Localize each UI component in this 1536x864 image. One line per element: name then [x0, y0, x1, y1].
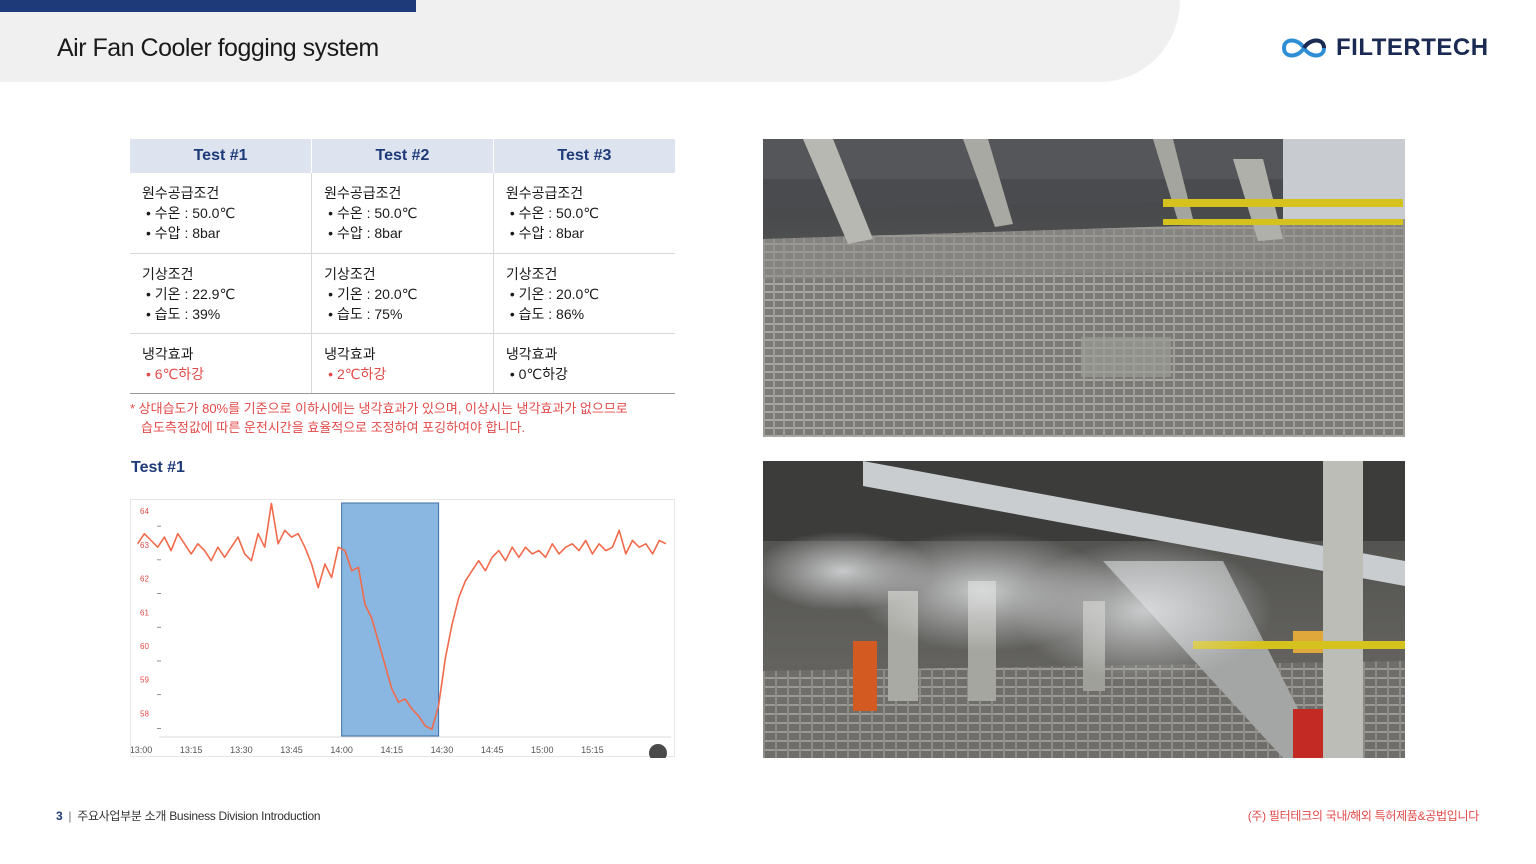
- cell-line: • 수압 : 8bar: [328, 225, 403, 241]
- table-cell: 기상조건 • 기온 : 22.9℃ • 습도 : 39%: [130, 253, 313, 334]
- table-row-cooling-effect: 냉각효과 • 6℃하강 냉각효과 • 2℃하강 냉각효과 • 0℃하강: [130, 333, 675, 394]
- cooling-result-test-3: • 0℃하강: [509, 365, 568, 382]
- x-tick-label: 15:15: [581, 745, 604, 755]
- table-header-test-3: Test #3: [493, 139, 675, 173]
- table-cell: 기상조건 • 기온 : 20.0℃ • 습도 : 75%: [311, 253, 494, 334]
- x-tick-label: 14:15: [381, 745, 404, 755]
- cell-heading: 원수공급조건: [505, 185, 584, 201]
- table-cell: 냉각효과 • 0℃하강: [493, 333, 675, 394]
- humidity-note: * 상대습도가 80%를 기준으로 이하시에는 냉각효과가 있으며, 이상시는 …: [130, 399, 628, 437]
- chart-corner-control-icon: [649, 744, 667, 758]
- chart-section-title: Test #1: [131, 459, 185, 476]
- cooling-result-test-2: • 2℃하강: [328, 365, 387, 382]
- y-tick-label: 62: [140, 575, 149, 584]
- table-row-weather: 기상조건 • 기온 : 22.9℃ • 습도 : 39% 기상조건 • 기온 :…: [130, 253, 675, 334]
- cell-line: • 수압 : 8bar: [146, 225, 221, 241]
- table-cell: 원수공급조건 • 수온 : 50.0℃ • 수압 : 8bar: [130, 173, 313, 254]
- test-conditions-table: Test #1 Test #2 Test #3 원수공급조건 • 수온 : 50…: [130, 139, 675, 394]
- x-tick-label: 13:00: [131, 745, 152, 755]
- highlight-band: [341, 502, 440, 737]
- y-tick-label: 58: [140, 709, 149, 718]
- cell-heading: 기상조건: [324, 265, 376, 282]
- grating-floor-image: [763, 139, 1405, 437]
- cell-line: • 수온 : 50.0℃: [146, 205, 236, 221]
- x-tick-label: 13:30: [230, 745, 253, 755]
- fogging-structure-image: [763, 461, 1405, 758]
- cell-heading: 냉각효과: [505, 345, 558, 362]
- y-tick-label: 60: [140, 642, 149, 651]
- cell-heading: 냉각효과: [324, 345, 376, 362]
- x-tick-label: 13:15: [180, 745, 203, 755]
- x-tick-label: 14:45: [481, 745, 504, 755]
- footer-section: 주요사업부분 소개 Business Division Introduction: [77, 809, 321, 823]
- cooling-result-test-1: • 6℃하강: [146, 365, 205, 382]
- table-cell: 냉각효과 • 2℃하강: [311, 333, 494, 394]
- photo-fogging-structure: [763, 461, 1405, 758]
- y-tick-label: 63: [140, 541, 149, 550]
- table-header-test-2: Test #2: [311, 139, 494, 173]
- table-row-water-supply: 원수공급조건 • 수온 : 50.0℃ • 수압 : 8bar 원수공급조건 •…: [130, 173, 675, 254]
- infinity-logo-icon: [1281, 38, 1327, 58]
- cell-line: • 습도 : 86%: [509, 305, 585, 322]
- temperature-chart: 64 63 62 61 60 59 58 13:00 13:15 13:30 13:45 14:00 1…: [130, 499, 675, 758]
- note-line-1: * 상대습도가 80%를 기준으로 이하시에는 냉각효과가 있으며, 이상시는 …: [130, 401, 628, 416]
- cell-line: • 수온 : 50.0℃: [509, 205, 600, 221]
- cell-line: • 기온 : 22.9℃: [146, 285, 236, 302]
- cell-heading: 기상조건: [505, 265, 558, 282]
- footer-left: 3 | 주요사업부분 소개 Business Division Introducti…: [56, 807, 321, 824]
- table-header-row: Test #1 Test #2 Test #3: [130, 139, 675, 173]
- x-tick-label: 14:30: [431, 745, 454, 755]
- footer-patent-note: (주) 필터테크의 국내/해외 특허제품&공법입니다: [1247, 809, 1480, 823]
- cell-line: • 습도 : 39%: [146, 305, 221, 322]
- cell-line: • 수압 : 8bar: [509, 225, 585, 241]
- cell-heading: 원수공급조건: [324, 185, 402, 201]
- table-cell: 원수공급조건 • 수온 : 50.0℃ • 수압 : 8bar: [311, 173, 494, 254]
- x-tick-label: 15:00: [531, 745, 554, 755]
- cell-heading: 기상조건: [142, 265, 194, 282]
- page-title: Air Fan Cooler fogging system: [57, 34, 379, 62]
- table-cell: 원수공급조건 • 수온 : 50.0℃ • 수압 : 8bar: [493, 173, 675, 254]
- table-header-test-1: Test #1: [130, 139, 313, 173]
- footer-separator: |: [68, 809, 72, 823]
- cell-line: • 기온 : 20.0℃: [328, 285, 418, 302]
- x-tick-label: 14:00: [330, 745, 353, 755]
- note-line-2: 습도측정값에 따른 운전시간을 효율적으로 조정하여 포깅하여야 합니다.: [141, 420, 526, 435]
- cell-heading: 냉각효과: [142, 345, 194, 362]
- header-accent-bar: [0, 0, 416, 12]
- chart-svg: 64 63 62 61 60 59 58 13:00 13:15 13:30 13:45 14:00 1…: [131, 502, 671, 758]
- company-logo[interactable]: FILTERTECH: [1280, 32, 1489, 64]
- y-tick-label: 59: [140, 676, 149, 685]
- y-tick-label: 61: [140, 608, 149, 617]
- cell-heading: 원수공급조건: [142, 185, 220, 201]
- logo-text: FILTERTECH: [1336, 34, 1489, 61]
- table-cell: 기상조건 • 기온 : 20.0℃ • 습도 : 86%: [493, 253, 675, 334]
- x-tick-label: 13:45: [280, 745, 303, 755]
- cell-line: • 습도 : 75%: [328, 305, 403, 322]
- photo-grating-floor: [763, 139, 1405, 437]
- page-number: 3: [56, 809, 63, 823]
- table-cell: 냉각효과 • 6℃하강: [130, 333, 313, 394]
- cell-line: • 수온 : 50.0℃: [328, 205, 418, 221]
- cell-line: • 기온 : 20.0℃: [509, 285, 600, 302]
- y-tick-label: 64: [140, 507, 149, 516]
